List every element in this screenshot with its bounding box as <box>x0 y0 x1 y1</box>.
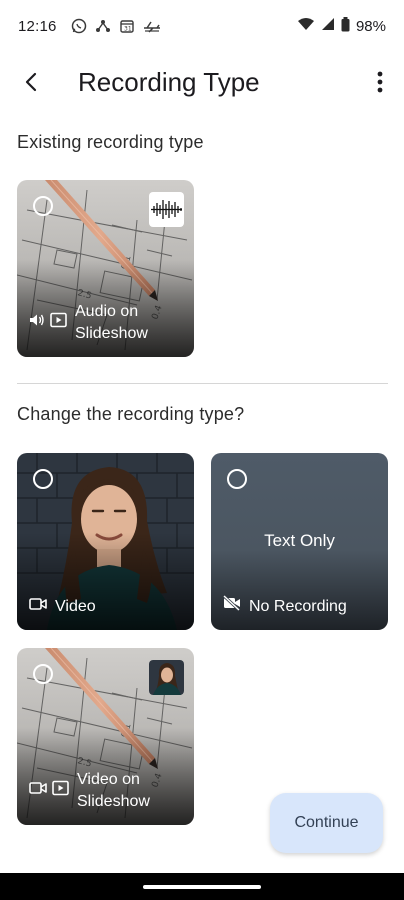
existing-recording-card[interactable]: Audio on Slideshow <box>17 180 194 357</box>
arrow-back-icon <box>25 72 37 92</box>
existing-caption: Audio on Slideshow <box>29 301 194 345</box>
person-thumbnail <box>149 660 184 695</box>
gesture-nav-bar <box>0 873 404 900</box>
battery-icon <box>341 16 350 36</box>
status-notification-icons: 31 <box>71 18 161 34</box>
home-handle[interactable] <box>143 884 261 889</box>
waveform-icon <box>149 192 184 227</box>
no-recording-label: No Recording <box>249 597 347 615</box>
slideshow-icon <box>52 780 69 803</box>
videocam-off-icon <box>222 594 241 618</box>
existing-type-heading: Existing recording type <box>17 132 204 152</box>
no-recording-option-card[interactable]: Text Only No Recording <box>211 453 388 630</box>
videocam-icon <box>29 780 47 802</box>
video-radio[interactable] <box>33 469 53 489</box>
slideshow-icon <box>50 312 67 335</box>
signal-icon <box>321 17 335 35</box>
existing-radio[interactable] <box>33 196 53 216</box>
status-system-icons: 98% <box>297 16 386 36</box>
speaker-icon <box>29 312 45 335</box>
no-recording-radio[interactable] <box>227 469 247 489</box>
video-label: Video <box>55 598 96 615</box>
text-only-label: Text Only <box>264 531 335 550</box>
video-on-slideshow-option-card[interactable]: Video on Slideshow <box>17 648 194 825</box>
video-caption: Video <box>29 596 96 618</box>
plane-icon <box>143 18 161 34</box>
section-divider <box>17 383 388 384</box>
change-type-heading: Change the recording type? <box>17 404 245 424</box>
existing-label: Audio on Slideshow <box>75 303 148 342</box>
video-option-card[interactable]: Video <box>17 453 194 630</box>
whatsapp-icon <box>71 18 87 34</box>
video-slideshow-caption: Video on Slideshow <box>29 769 194 813</box>
more-options-button[interactable] <box>356 54 404 110</box>
svg-text:31: 31 <box>124 26 132 33</box>
videocam-icon <box>29 596 47 618</box>
fork-icon <box>95 18 111 34</box>
video-slideshow-radio[interactable] <box>33 664 53 684</box>
more-vert-icon <box>377 71 383 93</box>
page-title: Recording Type <box>78 66 260 97</box>
back-button[interactable] <box>4 54 60 110</box>
battery-percent: 98% <box>355 17 386 35</box>
status-bar: 12:16 31 98% <box>0 0 404 52</box>
status-time: 12:16 <box>18 17 57 35</box>
video-slideshow-label: Video on Slideshow <box>77 771 150 810</box>
no-recording-caption: No Recording <box>222 594 347 618</box>
wifi-icon <box>297 17 315 35</box>
calendar-icon: 31 <box>119 18 135 34</box>
app-bar: Recording Type <box>0 52 404 112</box>
continue-button[interactable]: Continue <box>270 793 383 853</box>
